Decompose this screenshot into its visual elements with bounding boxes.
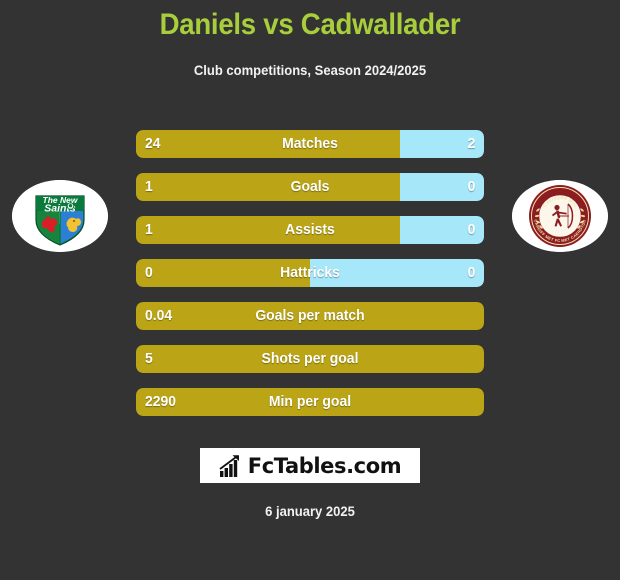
- away-value: 0: [467, 264, 475, 281]
- stat-row-min-per-goal: 2290 Min per goal: [136, 388, 484, 416]
- stat-row-goals: 1 Goals 0: [136, 173, 484, 201]
- stat-row-hattricks: 0 Hattricks 0: [136, 259, 484, 287]
- stats-bar-list: 24 Matches 2 1 Goals 0 1 Assists 0 0 Hat…: [136, 130, 484, 431]
- page-subtitle: Club competitions, Season 2024/2025: [193, 62, 427, 78]
- stat-label: Matches: [282, 135, 338, 152]
- away-value: 0: [467, 178, 475, 195]
- fctables-logo-text: FcTables.com: [247, 453, 402, 478]
- away-team-crest: Caerdydd Met CARDIFF MET FC MET CAERDYDD: [512, 180, 608, 252]
- cardiff-met-fc-logo-icon: Caerdydd Met CARDIFF MET FC MET CAERDYDD: [512, 180, 608, 252]
- the-new-saints-logo-icon: The New Saints: [12, 180, 108, 252]
- stat-label: Shots per goal: [261, 350, 359, 367]
- bar-chart-up-icon: [219, 454, 239, 477]
- stat-label: Min per goal: [268, 393, 352, 410]
- stat-row-matches: 24 Matches 2: [136, 130, 484, 158]
- page-title: Daniels vs Cadwallader: [159, 8, 461, 41]
- stat-row-assists: 1 Assists 0: [136, 216, 484, 244]
- stats-comparison-page: Daniels vs Cadwallader Club competitions…: [0, 0, 620, 580]
- stat-label: Hattricks: [280, 264, 340, 281]
- date-label: 6 january 2025: [265, 503, 355, 519]
- away-value: 0: [467, 221, 475, 238]
- stat-label: Assists: [285, 221, 335, 238]
- fctables-logo[interactable]: FcTables.com: [200, 448, 420, 483]
- stat-label: Goals: [290, 178, 330, 195]
- home-team-crest: The New Saints: [12, 180, 108, 252]
- stat-row-shots-per-goal: 5 Shots per goal: [136, 345, 484, 373]
- stat-row-goals-per-match: 0.04 Goals per match: [136, 302, 484, 330]
- stat-label: Goals per match: [255, 307, 365, 324]
- away-value: 2: [467, 135, 475, 152]
